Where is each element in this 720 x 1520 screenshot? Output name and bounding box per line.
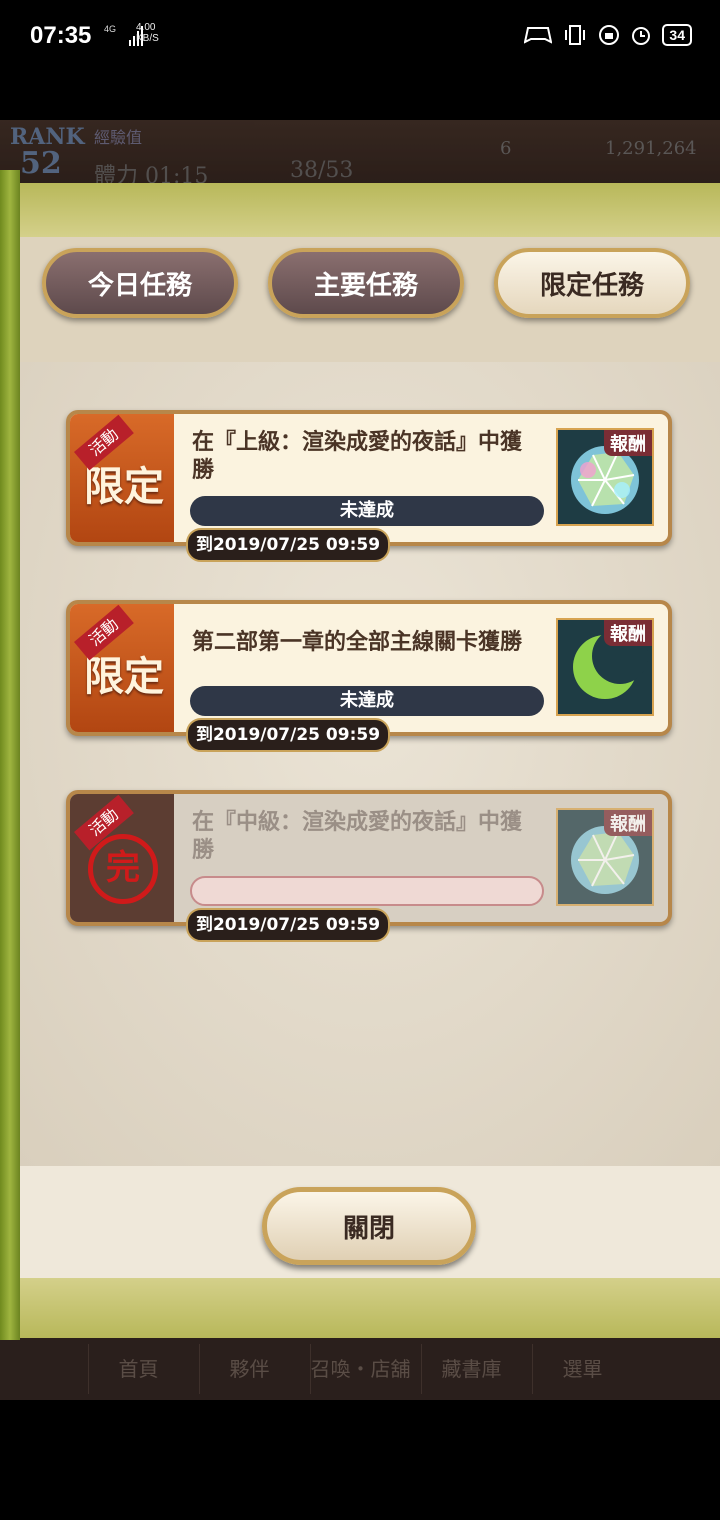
reward-box[interactable]: 報酬 (556, 618, 654, 716)
clock: 07:35 (30, 22, 92, 49)
limited-badge: 完 活動 (70, 794, 174, 922)
stamina-value: 38/53 (290, 158, 354, 183)
reward-box[interactable]: 報酬 (556, 428, 654, 526)
exp-label: 經驗值 (94, 128, 143, 147)
alarm-icon (632, 27, 651, 45)
tab-label: 今日任務 (87, 270, 192, 301)
mission-card[interactable]: 限定 活動 第二部第一章的全部主線關卡獲勝 未達成 報酬 (66, 600, 672, 736)
player-hud: RANK 52 經驗值 體力 01:15 38/53 6 1,291,264 (0, 120, 720, 190)
mission-title: 在『中級：渲染成愛的夜話』中獲勝 (192, 809, 523, 863)
tab-label: 限定任務 (539, 270, 644, 301)
nav-menu[interactable]: 選單 (531, 1344, 633, 1394)
mission-deadline: 到2019/07/25 09:59 (186, 718, 390, 752)
coin-count: 1,291,264 (605, 138, 697, 159)
game-controller-icon (524, 27, 553, 44)
battery-indicator: 34 (662, 24, 692, 46)
panel-bottom-border (20, 1278, 720, 1338)
mission-title: 第二部第一章的全部主線關卡獲勝 (192, 629, 523, 655)
tab-main-missions[interactable]: 主要任務 (268, 248, 464, 318)
vibrate-icon (565, 25, 586, 45)
nav-partners[interactable]: 夥伴 (198, 1344, 300, 1394)
reward-label: 報酬 (604, 430, 652, 456)
limited-badge: 限定 活動 (70, 414, 174, 542)
rank-value: 52 (20, 146, 62, 181)
status-icons: 34 (524, 24, 692, 46)
close-button[interactable]: 關閉 (262, 1187, 476, 1265)
bottom-nav: 首頁 夥伴 召喚・店舖 藏書庫 選單 (0, 1340, 720, 1400)
limited-badge: 限定 活動 (70, 604, 174, 732)
reward-label: 報酬 (604, 810, 652, 836)
network-speed: 4.00 KB/S (136, 22, 159, 44)
mission-panel (20, 183, 720, 1338)
mission-status: 未達成 (190, 686, 544, 716)
network-type: 4G (104, 24, 117, 34)
mission-status: 未達成 (190, 496, 544, 526)
gem-count: 6 (500, 138, 512, 159)
tab-daily-missions[interactable]: 今日任務 (42, 248, 238, 318)
mission-title: 在『上級：渲染成愛的夜話』中獲勝 (192, 429, 523, 483)
mission-deadline: 到2019/07/25 09:59 (186, 528, 390, 562)
close-label: 關閉 (342, 1213, 395, 1244)
reward-box[interactable]: 報酬 (556, 808, 654, 906)
tab-limited-missions[interactable]: 限定任務 (494, 248, 690, 318)
tab-label: 主要任務 (313, 270, 418, 301)
reward-label: 報酬 (604, 620, 652, 646)
nav-summon-shop[interactable]: 召喚・店舖 (309, 1344, 411, 1394)
mission-card[interactable]: 限定 活動 在『上級：渲染成愛的夜話』中獲勝 未達成 報酬 (66, 410, 672, 546)
mission-status (190, 876, 544, 906)
nav-library[interactable]: 藏書庫 (420, 1344, 522, 1394)
status-bar: 07:35 4G 4.00 KB/S 34 (0, 0, 720, 75)
lock-rotation-icon (599, 25, 620, 45)
panel-top-border (20, 183, 720, 237)
completed-stamp: 完 (88, 834, 158, 904)
mission-deadline: 到2019/07/25 09:59 (186, 908, 390, 942)
bamboo-frame (0, 170, 20, 1345)
nav-home[interactable]: 首頁 (87, 1344, 189, 1394)
game-screen: RANK 52 經驗值 體力 01:15 38/53 6 1,291,264 今… (0, 120, 720, 1400)
mission-card-completed[interactable]: 完 活動 在『中級：渲染成愛的夜話』中獲勝 報酬 (66, 790, 672, 926)
